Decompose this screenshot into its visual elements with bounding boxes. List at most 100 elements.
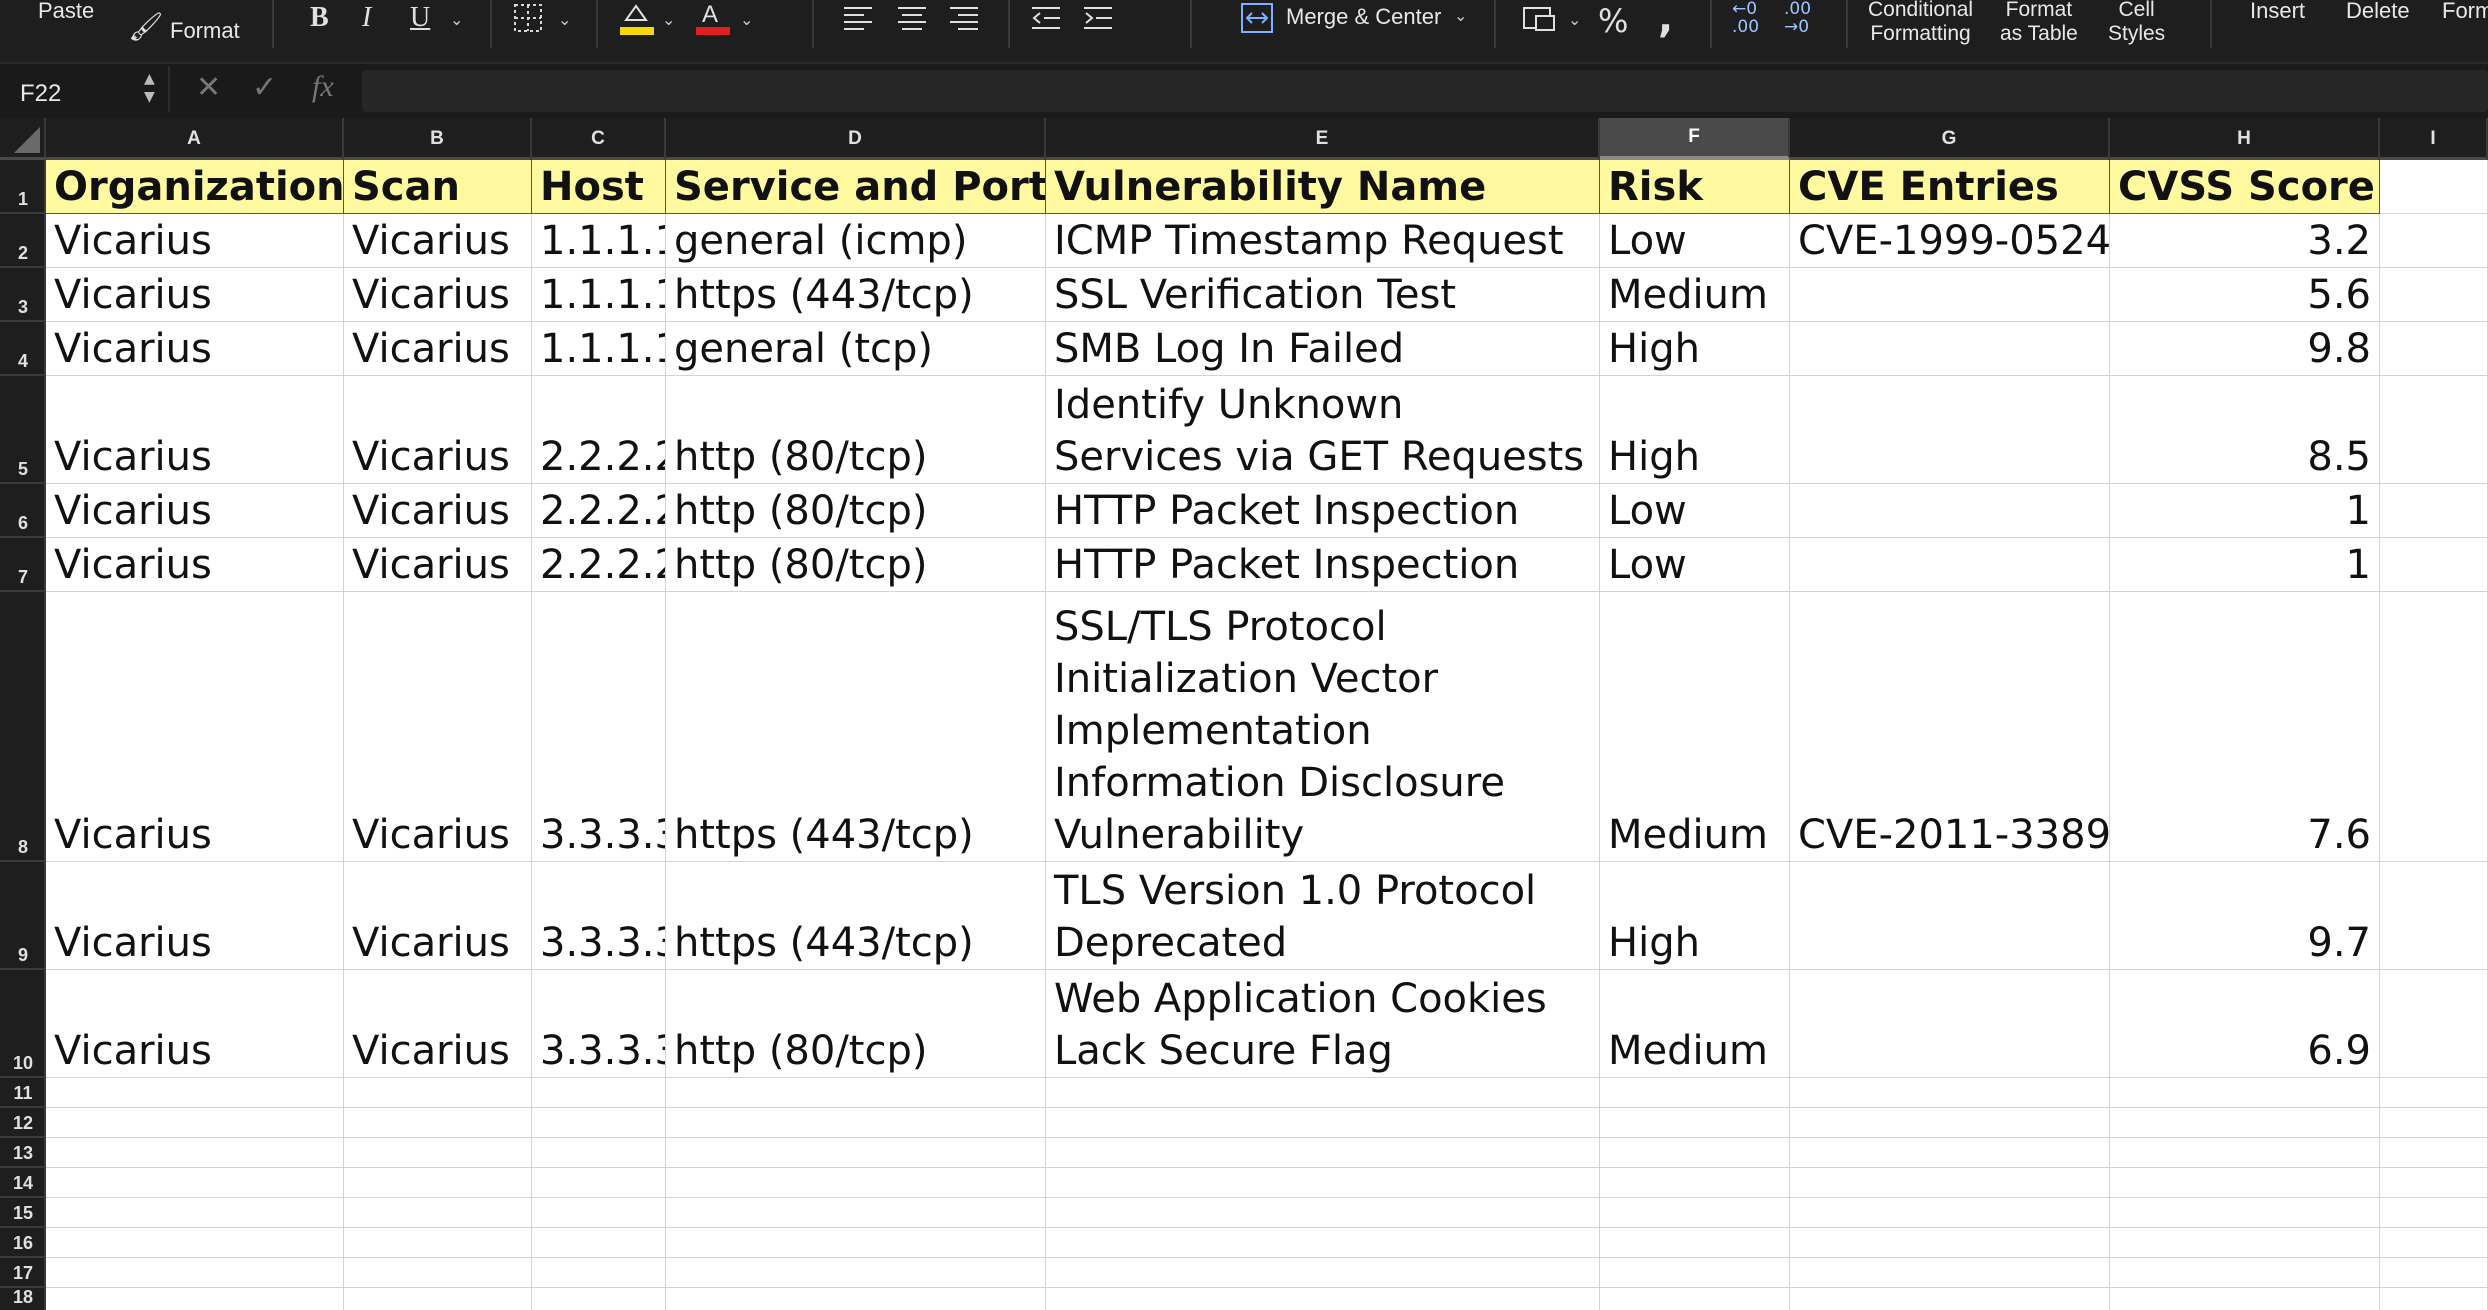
- empty-cell[interactable]: [2380, 1288, 2488, 1310]
- table-cell-cve[interactable]: [1790, 484, 2110, 538]
- table-cell-org[interactable]: Vicarius: [46, 268, 344, 322]
- table-cell-service[interactable]: general (tcp): [666, 322, 1046, 376]
- bold-button[interactable]: B: [310, 2, 329, 34]
- table-cell-service[interactable]: https (443/tcp): [666, 592, 1046, 862]
- empty-cell[interactable]: [532, 1078, 666, 1108]
- empty-cell[interactable]: [2110, 1228, 2380, 1258]
- row-header-1[interactable]: 1: [0, 160, 46, 214]
- empty-cell[interactable]: [1790, 1228, 2110, 1258]
- table-cell-cvss[interactable]: 9.8: [2110, 322, 2380, 376]
- table-cell-risk[interactable]: Medium: [1600, 592, 1790, 862]
- column-header-b[interactable]: B: [344, 118, 532, 160]
- table-cell-scan[interactable]: Vicarius: [344, 592, 532, 862]
- empty-cell[interactable]: [532, 1228, 666, 1258]
- empty-cell[interactable]: [46, 1228, 344, 1258]
- increase-decimal-button[interactable]: ←0 .00: [1732, 0, 1766, 36]
- empty-cell[interactable]: [2380, 268, 2488, 322]
- table-cell-host[interactable]: 2.2.2.2: [532, 484, 666, 538]
- table-cell-service[interactable]: http (80/tcp): [666, 484, 1046, 538]
- table-cell-host[interactable]: 3.3.3.3: [532, 592, 666, 862]
- decrease-indent-icon[interactable]: [1030, 4, 1062, 32]
- empty-cell[interactable]: [46, 1258, 344, 1288]
- table-cell-cvss[interactable]: 8.5: [2110, 376, 2380, 484]
- table-cell-cvss[interactable]: 7.6: [2110, 592, 2380, 862]
- table-cell-org[interactable]: Vicarius: [46, 592, 344, 862]
- empty-cell[interactable]: [1790, 1258, 2110, 1288]
- table-cell-host[interactable]: 2.2.2.2: [532, 376, 666, 484]
- formula-input[interactable]: [362, 70, 2488, 112]
- empty-cell[interactable]: [2110, 1168, 2380, 1198]
- format-as-table-button[interactable]: Format as Table: [2000, 0, 2078, 46]
- table-cell-org[interactable]: Vicarius: [46, 970, 344, 1078]
- empty-cell[interactable]: [1790, 1168, 2110, 1198]
- empty-cell[interactable]: [2110, 1288, 2380, 1310]
- delete-cells-button[interactable]: Delete: [2346, 0, 2410, 22]
- table-cell-service[interactable]: http (80/tcp): [666, 538, 1046, 592]
- empty-cell[interactable]: [1600, 1078, 1790, 1108]
- table-cell-service[interactable]: http (80/tcp): [666, 376, 1046, 484]
- align-right-icon[interactable]: [948, 4, 980, 32]
- table-cell-host[interactable]: 2.2.2.2: [532, 538, 666, 592]
- decrease-decimal-button[interactable]: .00 →0: [1784, 0, 1818, 36]
- row-header-7[interactable]: 7: [0, 538, 46, 592]
- empty-cell[interactable]: [344, 1108, 532, 1138]
- borders-icon[interactable]: [512, 2, 544, 34]
- insert-function-icon[interactable]: fx: [312, 70, 334, 104]
- empty-cell[interactable]: [2380, 484, 2488, 538]
- table-cell-vuln[interactable]: SSL Verification Test: [1046, 268, 1600, 322]
- table-cell-scan[interactable]: Vicarius: [344, 538, 532, 592]
- empty-cell[interactable]: [1790, 1078, 2110, 1108]
- table-cell-service[interactable]: general (icmp): [666, 214, 1046, 268]
- empty-cell[interactable]: [1046, 1168, 1600, 1198]
- empty-cell[interactable]: [46, 1288, 344, 1310]
- table-cell-cve[interactable]: CVE-1999-0524: [1790, 214, 2110, 268]
- row-header-18[interactable]: 18: [0, 1287, 46, 1310]
- header-cell-b[interactable]: Scan: [344, 160, 532, 214]
- merge-center-dropdown-icon[interactable]: ⌄: [1454, 6, 1467, 25]
- row-header-5[interactable]: 5: [0, 376, 46, 484]
- fill-color-dropdown-icon[interactable]: ⌄: [662, 10, 675, 29]
- empty-cell[interactable]: [344, 1228, 532, 1258]
- table-cell-risk[interactable]: High: [1600, 322, 1790, 376]
- empty-cell[interactable]: [1046, 1078, 1600, 1108]
- empty-cell[interactable]: [1046, 1258, 1600, 1288]
- empty-cell[interactable]: [532, 1108, 666, 1138]
- column-header-e[interactable]: E: [1046, 118, 1600, 160]
- empty-cell[interactable]: [666, 1168, 1046, 1198]
- empty-cell[interactable]: [2110, 1138, 2380, 1168]
- table-cell-vuln[interactable]: SMB Log In Failed: [1046, 322, 1600, 376]
- table-cell-scan[interactable]: Vicarius: [344, 376, 532, 484]
- row-header-14[interactable]: 14: [0, 1168, 46, 1198]
- table-cell-scan[interactable]: Vicarius: [344, 970, 532, 1078]
- empty-cell[interactable]: [46, 1108, 344, 1138]
- empty-cell[interactable]: [1046, 1228, 1600, 1258]
- table-cell-host[interactable]: 1.1.1.1: [532, 214, 666, 268]
- empty-cell[interactable]: [532, 1288, 666, 1310]
- table-cell-vuln[interactable]: TLS Version 1.0 Protocol Deprecated: [1046, 862, 1600, 970]
- empty-cell[interactable]: [2380, 1228, 2488, 1258]
- table-cell-vuln[interactable]: HTTP Packet Inspection: [1046, 484, 1600, 538]
- empty-cell[interactable]: [1600, 1198, 1790, 1228]
- table-cell-org[interactable]: Vicarius: [46, 538, 344, 592]
- column-header-i[interactable]: I: [2380, 118, 2488, 160]
- empty-cell[interactable]: [2110, 1108, 2380, 1138]
- table-cell-cve[interactable]: CVE-2011-3389: [1790, 592, 2110, 862]
- borders-dropdown-icon[interactable]: ⌄: [558, 10, 571, 29]
- font-color-dropdown-icon[interactable]: ⌄: [740, 10, 753, 29]
- empty-cell[interactable]: [532, 1138, 666, 1168]
- empty-cell[interactable]: [2380, 1168, 2488, 1198]
- table-cell-org[interactable]: Vicarius: [46, 214, 344, 268]
- table-cell-org[interactable]: Vicarius: [46, 322, 344, 376]
- empty-cell[interactable]: [1790, 1288, 2110, 1310]
- format-painter-button[interactable]: Format: [170, 20, 240, 42]
- empty-cell[interactable]: [1600, 1288, 1790, 1310]
- table-cell-vuln[interactable]: Identify Unknown Services via GET Request…: [1046, 376, 1600, 484]
- row-header-11[interactable]: 11: [0, 1078, 46, 1108]
- table-cell-cvss[interactable]: 5.6: [2110, 268, 2380, 322]
- percent-style-button[interactable]: %: [1598, 2, 1628, 40]
- empty-cell[interactable]: [532, 1258, 666, 1288]
- empty-cell[interactable]: [2380, 1138, 2488, 1168]
- format-cells-button[interactable]: Form: [2442, 0, 2488, 22]
- underline-button[interactable]: U: [410, 2, 430, 34]
- cell-i1[interactable]: [2380, 160, 2488, 214]
